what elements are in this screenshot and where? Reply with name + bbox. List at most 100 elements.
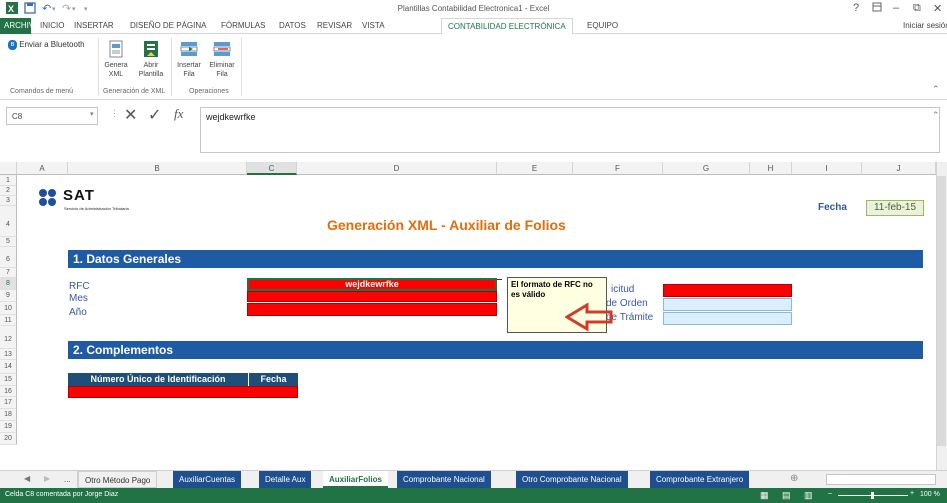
tab-team[interactable]: EQUIPO [587,21,618,30]
close-icon[interactable]: ✕ [933,2,942,15]
formula-input[interactable]: wejdkewrfke [200,107,940,153]
group-divider [171,38,172,96]
zoom-slider-thumb[interactable] [871,492,874,499]
tab-formulas[interactable]: FÓRMULAS [221,21,265,30]
row-header[interactable]: 14 [0,360,17,374]
normal-view-icon[interactable]: ▦ [760,490,769,501]
solicitud-label: icitud [611,284,635,295]
row-header[interactable]: 17 [0,397,17,409]
solicitud-input-cell[interactable] [663,284,792,297]
select-all-corner[interactable] [0,162,17,175]
tab-home[interactable]: INICIO [40,21,64,30]
row-header[interactable]: 6 [0,247,17,268]
table-header-nui: Número Único de Identificación [68,373,248,386]
sheet-tab-auxiliar-cuentas[interactable]: AuxiliarCuentas [173,471,242,488]
bluetooth-button[interactable]: ʙ Enviar a Bluetooth [8,40,85,50]
col-header-b[interactable]: B [68,162,247,175]
col-header-c[interactable]: C [247,162,297,175]
prev-sheet-icon[interactable]: ◀ [24,474,30,483]
help-icon[interactable]: ? [853,2,859,14]
anio-input-cell[interactable] [247,303,497,316]
sheet-tab-auxiliar-folios[interactable]: AuxiliarFolios [323,471,388,488]
abrir-plantilla-button[interactable]: Abrir Plantilla [134,39,168,79]
tab-data[interactable]: DATOS [279,21,306,30]
enter-icon[interactable]: ✓ [148,105,161,125]
row-header[interactable]: 2 [0,186,17,196]
page-break-view-icon[interactable]: ▥ [804,490,813,501]
row-header[interactable]: 20 [0,433,17,445]
insert-function-icon[interactable]: fx [174,106,183,122]
sheet-tab-otro-metodo-pago[interactable]: Otro Método Pago [78,471,158,488]
eliminar-fila-button[interactable]: Eliminar Fila [206,39,238,79]
row-header[interactable]: 15 [0,374,17,386]
mes-input-cell[interactable] [247,291,497,302]
zoom-in-icon[interactable]: + [910,490,914,497]
page-layout-view-icon[interactable]: ▤ [782,490,791,501]
row-header[interactable]: 10 [0,302,17,315]
sheet-tab-comprobante-nacional[interactable]: Comprobante Nacional [397,471,491,488]
fecha-value-cell[interactable]: 11-feb-15 [866,200,924,216]
col-header-i[interactable]: I [792,162,862,175]
vertical-scroll-thumb[interactable] [937,176,946,446]
genera-xml-button[interactable]: Genera XML [102,39,130,79]
sat-logo-dots-icon [39,189,56,206]
tab-page-layout[interactable]: DISEÑO DE PÁGINA [130,21,206,30]
col-header-h[interactable]: H [750,162,792,175]
row-header[interactable]: 5 [0,237,17,247]
formula-options-icon[interactable]: ⋮ [110,108,119,119]
row-header[interactable]: 3 [0,196,17,206]
col-header-f[interactable]: F [573,162,663,175]
row-header[interactable]: 18 [0,409,17,421]
horizontal-scrollbar[interactable] [826,474,936,485]
orden-input-cell[interactable] [663,298,792,311]
col-header-j[interactable]: J [862,162,936,175]
col-header-d[interactable]: D [297,162,497,175]
row-header[interactable]: 16 [0,386,17,397]
name-box[interactable]: C8 [6,107,98,125]
ribbon-tabs: ARCHIVO INICIO INSERTAR DISEÑO DE PÁGINA… [0,18,947,35]
cancel-icon[interactable]: ✕ [124,105,137,125]
tab-file[interactable]: ARCHIVO [0,18,40,34]
restore-icon[interactable]: ⧉ [913,2,921,15]
tab-review[interactable]: REVISAR [317,21,352,30]
col-header-e[interactable]: E [497,162,573,175]
insertar-fila-button[interactable]: Insertar Fila [174,39,204,79]
tramite-input-cell[interactable] [663,312,792,325]
sign-in-link[interactable]: Iniciar sesión [903,21,947,30]
row-header[interactable]: 8 [0,278,17,290]
col-header-a[interactable]: A [17,162,68,175]
sheet-tab-more[interactable]: ... [58,471,78,488]
expand-formula-icon[interactable]: ⌃ [932,110,940,121]
worksheet-grid[interactable]: A B C D E F G H I J 1 2 3 4 5 6 7 8 9 10… [0,162,947,470]
tab-view[interactable]: VISTA [362,21,385,30]
status-text: Celda C8 comentada por Jorge Diaz [5,491,119,498]
row-header[interactable]: 19 [0,421,17,433]
group-divider [241,38,242,96]
col-header-g[interactable]: G [663,162,750,175]
tab-insert[interactable]: INSERTAR [74,21,114,30]
row-header[interactable]: 9 [0,290,17,302]
add-sheet-icon[interactable]: ⊕ [790,473,798,484]
row-header[interactable]: 13 [0,349,17,360]
zoom-level[interactable]: 100 % [920,491,940,498]
ribbon-display-icon[interactable] [872,2,882,14]
row-header[interactable]: 1 [0,175,17,186]
sheet-tab-comprobante-extranjero[interactable]: Comprobante Extranjero [650,471,750,488]
row-header[interactable]: 7 [0,268,17,278]
minimize-icon[interactable]: – [893,2,899,14]
sat-logo-subtitle: Servicio de Administración Tributaria [64,206,129,211]
row-header[interactable]: 4 [0,206,17,237]
sheet-tab-detalle-aux[interactable]: Detalle Aux [259,471,312,488]
next-sheet-icon[interactable]: ▶ [44,474,50,483]
zoom-out-icon[interactable]: – [828,490,832,497]
table-input-row[interactable] [68,386,298,398]
collapse-ribbon-icon[interactable]: ⌃ [932,84,940,95]
tab-contabilidad-electronica[interactable]: CONTABILIDAD ELECTRÓNICA [441,18,573,35]
rfc-input-cell[interactable]: wejdkewrfke [247,278,497,291]
row-header[interactable]: 12 [0,326,17,349]
namebox-dropdown-icon[interactable]: ▾ [90,110,94,118]
tramite-label: de Trámite [606,312,654,323]
sheet-tab-otro-comprobante-nacional[interactable]: Otro Comprobante Nacional [516,471,628,488]
section-datos-generales: 1. Datos Generales [68,250,923,268]
row-header[interactable]: 11 [0,315,17,326]
